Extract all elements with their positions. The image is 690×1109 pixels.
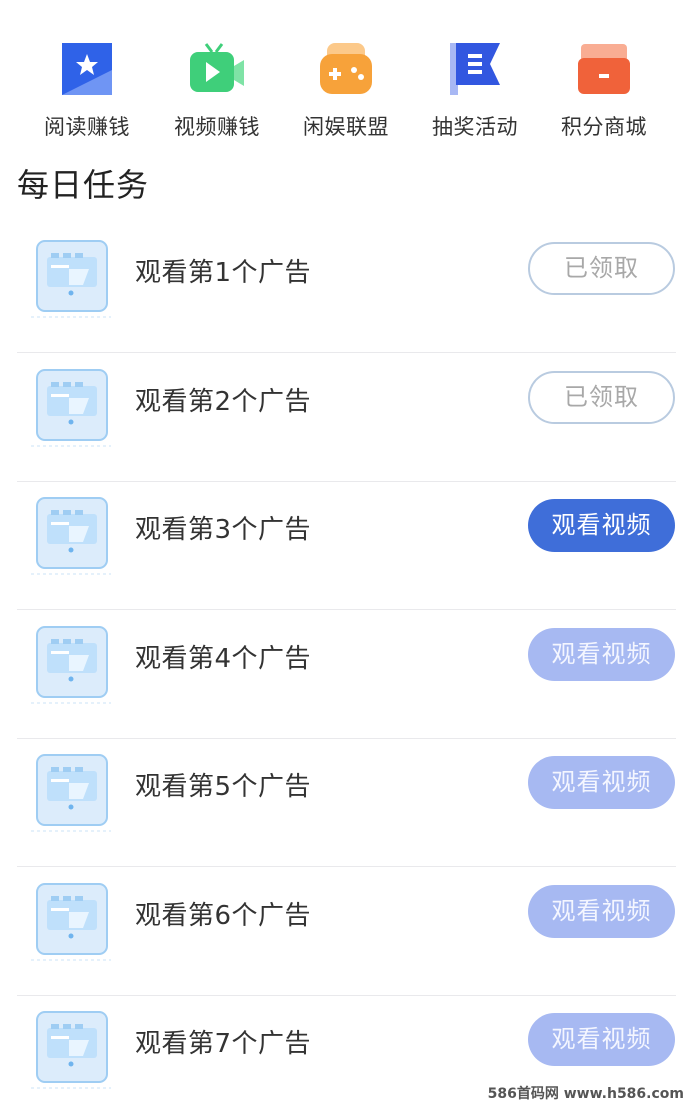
video-camera-icon <box>188 40 246 98</box>
shortcut-points-mall[interactable]: 积分商城 <box>539 40 669 139</box>
task-label: 观看第7个广告 <box>135 1029 312 1059</box>
claimed-button[interactable]: 已领取 <box>528 370 675 424</box>
watch-video-button[interactable]: 观看视频 <box>528 1013 675 1066</box>
section-title: 每日任务 <box>17 166 150 204</box>
shortcut-video-earn[interactable]: 视频赚钱 <box>152 40 282 139</box>
task-label: 观看第6个广告 <box>135 900 312 931</box>
shortcut-label: 阅读赚钱 <box>44 115 130 139</box>
book-star-icon <box>58 40 116 98</box>
daily-task-page: 阅读赚钱 视频赚钱 闲娱联盟 抽奖活动 积分商城 每日任务 观看第1个广告 已领… <box>0 0 690 1109</box>
ad-video-thumbnail-icon <box>31 368 111 448</box>
ad-video-thumbnail-icon <box>31 625 111 705</box>
task-row: 观看第5个广告 观看视频 <box>17 738 676 867</box>
task-label: 观看第1个广告 <box>135 258 312 288</box>
task-row: 观看第6个广告 观看视频 <box>17 867 676 996</box>
ad-video-thumbnail-icon <box>31 496 111 576</box>
ad-video-thumbnail-icon <box>31 1010 111 1090</box>
shortcut-label: 抽奖活动 <box>432 115 518 139</box>
flag-list-icon <box>446 40 504 98</box>
shortcut-label: 积分商城 <box>561 115 647 139</box>
task-row: 观看第3个广告 观看视频 <box>17 481 676 610</box>
task-label: 观看第2个广告 <box>135 386 312 417</box>
watch-video-button[interactable]: 观看视频 <box>528 884 675 938</box>
shortcut-grid: 阅读赚钱 视频赚钱 闲娱联盟 抽奖活动 积分商城 <box>0 0 690 150</box>
claimed-button[interactable]: 已领取 <box>528 242 675 295</box>
task-row: 观看第2个广告 已领取 <box>17 353 676 482</box>
ad-video-thumbnail-icon <box>31 753 111 833</box>
gamepad-icon <box>317 40 375 98</box>
shortcut-leisure-alliance[interactable]: 闲娱联盟 <box>281 40 411 139</box>
task-row: 观看第4个广告 观看视频 <box>17 610 676 739</box>
task-row: 观看第1个广告 已领取 <box>17 224 676 353</box>
task-label: 观看第3个广告 <box>135 515 312 545</box>
watch-video-button[interactable]: 观看视频 <box>528 627 675 681</box>
watermark: 586首码网 www.h586.com <box>487 1086 684 1102</box>
shortcut-label: 视频赚钱 <box>174 115 260 139</box>
ad-video-thumbnail-icon <box>31 239 111 319</box>
shortcut-label: 闲娱联盟 <box>303 115 389 139</box>
shortcut-read-earn[interactable]: 阅读赚钱 <box>22 40 152 139</box>
task-label: 观看第4个广告 <box>135 643 312 674</box>
watch-video-button[interactable]: 观看视频 <box>528 756 675 809</box>
watch-video-button[interactable]: 观看视频 <box>528 499 675 552</box>
task-label: 观看第5个广告 <box>135 772 312 802</box>
shortcut-lottery[interactable]: 抽奖活动 <box>410 40 540 139</box>
gift-box-icon <box>575 40 633 98</box>
ad-video-thumbnail-icon <box>31 882 111 962</box>
